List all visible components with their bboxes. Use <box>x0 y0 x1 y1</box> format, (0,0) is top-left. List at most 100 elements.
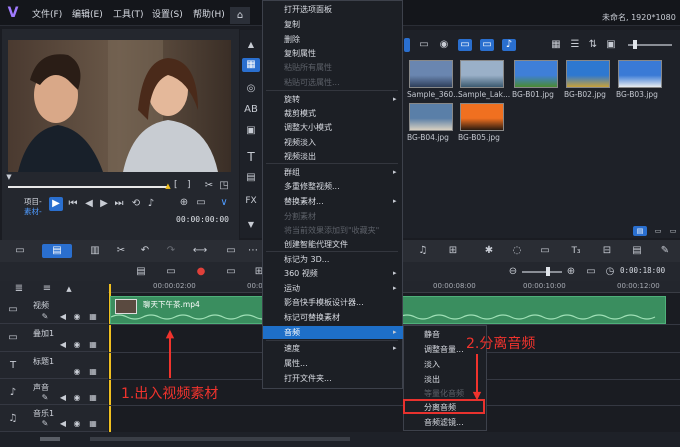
context-menu-item[interactable]: 360 视频 <box>284 268 318 279</box>
scroll-up-icon[interactable]: ▲ <box>245 40 257 50</box>
tools-icon[interactable]: ✂ <box>114 245 128 257</box>
scroll-down-icon[interactable]: ▼ <box>245 220 257 230</box>
multicam-icon[interactable]: ⊟ <box>600 245 614 257</box>
instant-project-icon[interactable]: ◎ <box>243 82 259 96</box>
voice-track-visible-icon[interactable]: ◉ <box>72 393 82 403</box>
context-menu-item[interactable]: 创建智能代理文件 <box>284 239 348 250</box>
auto-music-icon[interactable]: ♫ <box>416 245 430 257</box>
mixer-icon[interactable]: ⊞ <box>446 245 460 257</box>
trim-left[interactable]: [ <box>174 180 178 190</box>
transition-icon[interactable]: AB <box>243 103 259 117</box>
context-menu-item[interactable]: 替换素材... <box>284 196 324 207</box>
collapse-icon[interactable]: ▲ <box>64 284 74 294</box>
audio-submenu-item[interactable]: 淡入 <box>424 359 440 370</box>
context-menu-item[interactable]: 视频淡入 <box>284 137 316 148</box>
graphics-icon[interactable]: ▤ <box>243 171 259 185</box>
context-menu-item[interactable]: 删除 <box>284 34 300 45</box>
context-menu-item[interactable]: 影音快手模板设计器... <box>284 297 364 308</box>
voice-track-edit-icon[interactable]: ✎ <box>40 393 50 403</box>
toolbar-options-icon[interactable]: ▥ <box>88 245 102 257</box>
timeline-view-icon[interactable]: ▤ <box>42 244 72 258</box>
library-thumb[interactable] <box>460 103 504 131</box>
zoom-in-icon[interactable]: ⊕ <box>566 266 576 277</box>
library-thumb[interactable] <box>566 60 610 88</box>
music-track-edit-icon[interactable]: ✎ <box>40 419 50 429</box>
storyboard-view-icon[interactable]: ▭ <box>12 245 28 257</box>
context-menu-item[interactable]: 复制 <box>284 19 300 30</box>
motion-tracking-icon[interactable]: ✱ <box>482 245 496 257</box>
menu-tools[interactable]: 工具(T) <box>113 7 144 20</box>
media-icon[interactable]: ▦ <box>242 58 260 72</box>
overlay-track-visible-icon[interactable]: ◉ <box>72 340 82 350</box>
library-thumb[interactable] <box>618 60 662 88</box>
audio-submenu-item[interactable]: 音频滤镜... <box>424 417 464 428</box>
dropdown-icon[interactable]: ∨ <box>218 198 230 208</box>
snapshot-icon[interactable]: ◳ <box>218 180 230 192</box>
list-view-icon[interactable]: ☰ <box>569 40 581 50</box>
volume-icon[interactable]: ♪ <box>145 199 157 209</box>
video-track-visible-icon[interactable]: ◉ <box>72 312 82 322</box>
library-thumb[interactable] <box>460 60 504 88</box>
context-menu-item[interactable]: 旋转 <box>284 94 300 105</box>
audio-submenu-item[interactable]: 静音 <box>424 329 440 340</box>
split-icon[interactable]: ✂ <box>203 180 215 192</box>
mode-clip[interactable]: 素材- <box>24 206 42 217</box>
menu-help[interactable]: 帮助(H) <box>193 7 225 20</box>
voice-track-lock-icon[interactable]: ▦ <box>88 393 98 403</box>
library-thumb[interactable] <box>409 60 453 88</box>
thumbnail-view-icon[interactable]: ▦ <box>550 40 562 50</box>
fx-icon[interactable]: FX <box>243 194 259 208</box>
paint-icon[interactable]: ✎ <box>658 245 672 257</box>
video-track-lock-icon[interactable]: ▦ <box>88 312 98 322</box>
preview-timecode[interactable]: 00:00:00:00 <box>176 215 229 224</box>
home-icon[interactable]: ⌂ <box>230 7 250 24</box>
title-icon[interactable]: ▣ <box>243 124 259 138</box>
record-icon[interactable]: ◉ <box>438 40 450 50</box>
music-track-lock-icon[interactable]: ▦ <box>88 419 98 429</box>
title-track-visible-icon[interactable]: ◉ <box>72 367 82 377</box>
track-manager-icon[interactable]: ≣ <box>12 284 26 294</box>
library-tab-marker[interactable] <box>404 38 410 52</box>
prev-frame-icon[interactable]: ◀ <box>84 199 94 209</box>
fit-project-icon[interactable]: ▭ <box>584 266 598 277</box>
context-menu-item[interactable]: 调整大小模式 <box>284 122 332 133</box>
fit-icon[interactable]: ⟷ <box>192 245 208 257</box>
timeline-scrollbar[interactable] <box>0 432 680 447</box>
scrub-bar[interactable] <box>8 186 168 188</box>
next-frame-icon[interactable]: ▶ <box>99 199 109 209</box>
context-menu-item[interactable]: 复制属性 <box>284 48 316 59</box>
context-menu-item[interactable]: 打开文件夹... <box>284 373 332 384</box>
record-capture-icon[interactable]: ▤ <box>630 245 644 257</box>
chapter-icon[interactable]: ▭ <box>224 266 238 277</box>
trim-right[interactable]: ] <box>187 180 191 190</box>
music-track-visible-icon[interactable]: ◉ <box>72 419 82 429</box>
zoom-slider-handle[interactable] <box>546 267 550 276</box>
audio-submenu-item[interactable]: 淡出 <box>424 374 440 385</box>
zoom-out-icon[interactable]: ⊖ <box>508 266 518 277</box>
undo-icon[interactable]: ↶ <box>138 245 152 257</box>
library-menu-icon[interactable]: ▭ <box>668 226 678 236</box>
context-menu-item[interactable]: 打开选项面板 <box>284 4 332 15</box>
context-menu-item[interactable]: 裁剪模式 <box>284 108 316 119</box>
filter-audio-icon[interactable]: ♪ <box>502 39 516 51</box>
ripple-icon[interactable]: ▤ <box>134 266 148 277</box>
context-menu-item[interactable]: 群组 <box>284 167 300 178</box>
scrub-start-icon[interactable]: ▼ <box>4 172 14 182</box>
sort-icon[interactable]: ⇅ <box>587 40 599 50</box>
end-icon[interactable]: ⏭ <box>114 199 124 209</box>
context-menu-item[interactable]: 速度 <box>284 343 300 354</box>
thumb-size-handle[interactable] <box>633 40 637 49</box>
voice-track-volume-icon[interactable]: ◀ <box>58 393 68 403</box>
library-thumb[interactable] <box>409 103 453 131</box>
browse-icon[interactable]: ▭ <box>651 226 665 236</box>
mask-icon[interactable]: ◌ <box>510 245 524 257</box>
delete-icon[interactable]: ▣ <box>605 40 617 50</box>
context-menu-item[interactable]: 标记为 3D... <box>284 254 329 265</box>
clock-icon[interactable]: ◷ <box>605 266 615 277</box>
magnify-icon[interactable]: ⊕ <box>178 198 190 208</box>
context-menu-item[interactable]: 标记可替换素材 <box>284 312 340 323</box>
context-menu-item[interactable]: 多重修整视频... <box>284 181 340 192</box>
zoom-icon[interactable]: ▭ <box>224 245 238 257</box>
overlay-track-volume-icon[interactable]: ◀ <box>58 340 68 350</box>
text-icon[interactable]: T <box>243 150 259 164</box>
